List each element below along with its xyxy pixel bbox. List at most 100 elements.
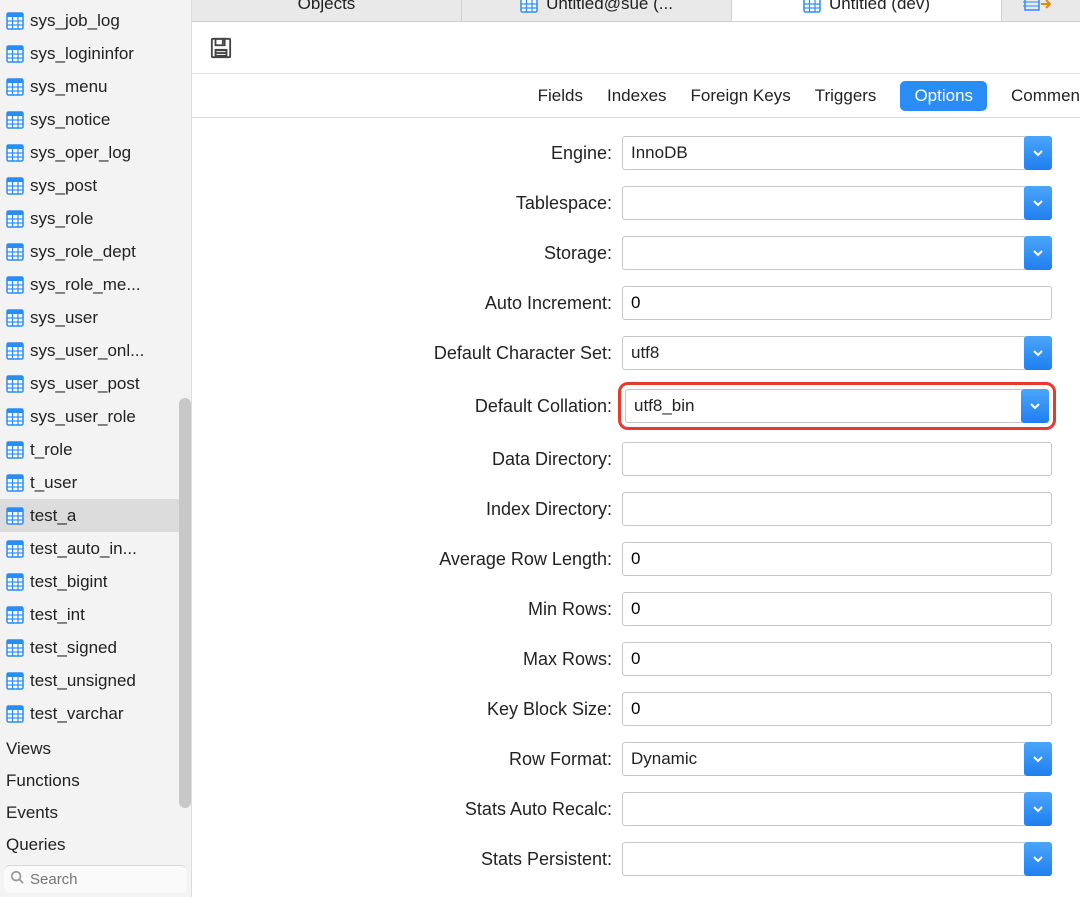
chevron-down-icon <box>1032 753 1044 765</box>
sidebar-item-label: sys_menu <box>30 77 107 97</box>
save-button[interactable] <box>210 36 232 60</box>
subnav-foreign-keys[interactable]: Foreign Keys <box>691 86 791 106</box>
row-max-rows: Max Rows: <box>192 642 1052 676</box>
sidebar-section-events[interactable]: Events <box>0 797 191 829</box>
sidebar-section-queries[interactable]: Queries <box>0 829 191 861</box>
sidebar-table-t_user[interactable]: t_user <box>0 466 191 499</box>
sidebar-table-sys_user_onl-[interactable]: sys_user_onl... <box>0 334 191 367</box>
combo-button-storage[interactable] <box>1024 236 1052 270</box>
subnav-options[interactable]: Options <box>900 81 987 111</box>
table-icon <box>6 111 24 129</box>
sidebar-table-sys_logininfor[interactable]: sys_logininfor <box>0 37 191 70</box>
sidebar-table-test_bigint[interactable]: test_bigint <box>0 565 191 598</box>
subnav-commen[interactable]: Commen <box>1011 86 1080 106</box>
combo-default_charset[interactable]: utf8 <box>622 336 1052 370</box>
input-key_block_size[interactable] <box>622 692 1052 726</box>
combo-button-stats_persistent[interactable] <box>1024 842 1052 876</box>
label-row_format: Row Format: <box>192 749 622 770</box>
chevron-down-icon <box>1032 147 1044 159</box>
tab-0[interactable]: Objects <box>192 0 462 21</box>
sidebar-table-test_auto_in-[interactable]: test_auto_in... <box>0 532 191 565</box>
combo-default_collation[interactable]: utf8_bin <box>625 389 1049 423</box>
search-input[interactable] <box>30 871 181 888</box>
row-key-block-size: Key Block Size: <box>192 692 1052 726</box>
sidebar-table-test_a[interactable]: test_a <box>0 499 191 532</box>
sidebar-item-label: t_role <box>30 440 73 460</box>
sidebar-table-t_role[interactable]: t_role <box>0 433 191 466</box>
combo-storage[interactable] <box>622 236 1052 270</box>
input-min_rows[interactable] <box>622 592 1052 626</box>
input-auto_increment[interactable] <box>622 286 1052 320</box>
sidebar-table-test_signed[interactable]: test_signed <box>0 631 191 664</box>
combo-input-row_format[interactable]: Dynamic <box>622 742 1025 776</box>
combo-input-engine[interactable]: InnoDB <box>622 136 1025 170</box>
table-icon <box>6 507 24 525</box>
combo-button-tablespace[interactable] <box>1024 186 1052 220</box>
table-icon <box>6 540 24 558</box>
chevron-down-icon <box>1032 803 1044 815</box>
subnav-indexes[interactable]: Indexes <box>607 86 667 106</box>
tab-action-button[interactable] <box>1002 0 1072 21</box>
tab-2[interactable]: Untitled (dev) <box>732 0 1002 21</box>
sidebar-table-sys_user_role[interactable]: sys_user_role <box>0 400 191 433</box>
sidebar-item-label: test_auto_in... <box>30 539 137 559</box>
combo-stats_auto_recalc[interactable] <box>622 792 1052 826</box>
combo-input-default_charset[interactable]: utf8 <box>622 336 1025 370</box>
combo-input-default_collation[interactable]: utf8_bin <box>625 389 1022 423</box>
subnav-fields[interactable]: Fields <box>538 86 583 106</box>
sidebar-item-label: sys_logininfor <box>30 44 134 64</box>
sidebar-table-sys_user_post[interactable]: sys_user_post <box>0 367 191 400</box>
combo-row_format[interactable]: Dynamic <box>622 742 1052 776</box>
combo-tablespace[interactable] <box>622 186 1052 220</box>
sidebar-table-sys_role_dept[interactable]: sys_role_dept <box>0 235 191 268</box>
combo-stats_persistent[interactable] <box>622 842 1052 876</box>
combo-engine[interactable]: InnoDB <box>622 136 1052 170</box>
sidebar-section-functions[interactable]: Functions <box>0 765 191 797</box>
combo-button-row_format[interactable] <box>1024 742 1052 776</box>
combo-input-storage[interactable] <box>622 236 1025 270</box>
input-index_directory[interactable] <box>622 492 1052 526</box>
sidebar-table-sys_oper_log[interactable]: sys_oper_log <box>0 136 191 169</box>
combo-button-stats_auto_recalc[interactable] <box>1024 792 1052 826</box>
sidebar-item-label: sys_role_dept <box>30 242 136 262</box>
combo-button-engine[interactable] <box>1024 136 1052 170</box>
table-icon <box>6 639 24 657</box>
sidebar-table-sys_role[interactable]: sys_role <box>0 202 191 235</box>
sidebar-table-sys_role_me-[interactable]: sys_role_me... <box>0 268 191 301</box>
sidebar-table-test_int[interactable]: test_int <box>0 598 191 631</box>
input-max_rows[interactable] <box>622 642 1052 676</box>
table-icon <box>6 672 24 690</box>
combo-input-stats_persistent[interactable] <box>622 842 1025 876</box>
table-icon <box>6 243 24 261</box>
sidebar-section-views[interactable]: Views <box>0 733 191 765</box>
sidebar-table-sys_menu[interactable]: sys_menu <box>0 70 191 103</box>
subnav-triggers[interactable]: Triggers <box>815 86 877 106</box>
combo-input-tablespace[interactable] <box>622 186 1025 220</box>
sidebar-item-label: sys_user_onl... <box>30 341 144 361</box>
sidebar-table-list: sys_job_log sys_logininfor sys_menu sys_not… <box>0 0 191 733</box>
combo-button-default_charset[interactable] <box>1024 336 1052 370</box>
chevron-down-icon <box>1029 400 1041 412</box>
input-avg_row_length[interactable] <box>622 542 1052 576</box>
input-data_directory[interactable] <box>622 442 1052 476</box>
sidebar-table-sys_post[interactable]: sys_post <box>0 169 191 202</box>
sidebar-table-test_varchar[interactable]: test_varchar <box>0 697 191 730</box>
row-engine: Engine:InnoDB <box>192 136 1052 170</box>
sidebar-scrollbar[interactable] <box>179 398 191 808</box>
label-min_rows: Min Rows: <box>192 599 622 620</box>
sidebar-table-sys_user[interactable]: sys_user <box>0 301 191 334</box>
sidebar-item-label: sys_user_role <box>30 407 136 427</box>
sidebar-table-sys_job_log[interactable]: sys_job_log <box>0 4 191 37</box>
table-icon <box>6 309 24 327</box>
sidebar-search-box[interactable] <box>4 865 187 893</box>
export-icon <box>1023 0 1051 14</box>
sidebar-table-sys_notice[interactable]: sys_notice <box>0 103 191 136</box>
tab-1[interactable]: Untitled@sue (... <box>462 0 732 21</box>
toolbar <box>192 22 1080 74</box>
chevron-down-icon <box>1032 247 1044 259</box>
sidebar-table-test_unsigned[interactable]: test_unsigned <box>0 664 191 697</box>
combo-button-default_collation[interactable] <box>1021 389 1049 423</box>
combo-input-stats_auto_recalc[interactable] <box>622 792 1025 826</box>
table-icon <box>6 276 24 294</box>
subnav: Fields Indexes Foreign Keys Triggers Options… <box>192 74 1080 118</box>
